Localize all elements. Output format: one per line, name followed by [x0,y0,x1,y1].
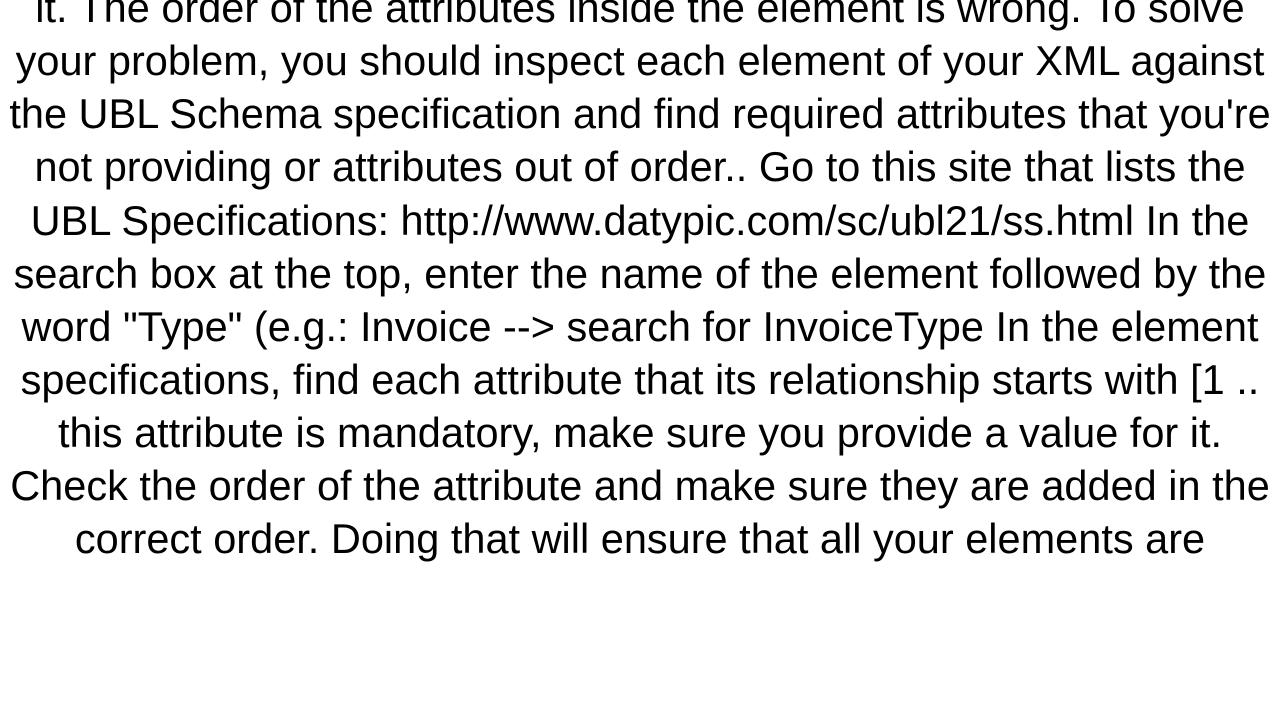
viewport: into two categories: An Attribute is req… [0,0,1280,720]
body-text: into two categories: An Attribute is req… [0,0,1280,565]
